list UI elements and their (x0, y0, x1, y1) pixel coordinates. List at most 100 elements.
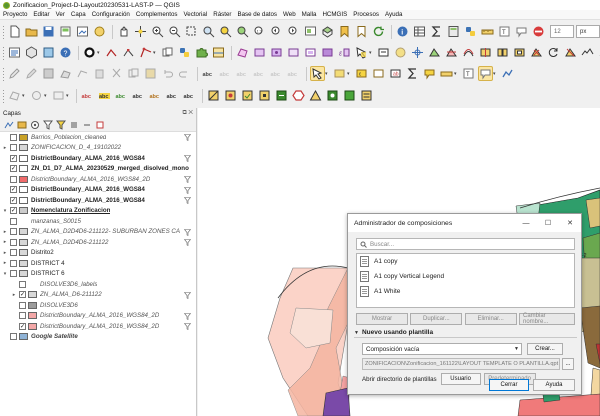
measure-icon[interactable] (480, 24, 495, 39)
filter-icon[interactable] (184, 176, 191, 183)
layer-row[interactable]: Google Satellite (0, 332, 196, 343)
layer-row[interactable]: ✓ DistrictBoundary_ALMA_2016_WGS84_2D (0, 321, 196, 332)
show-button[interactable]: Mostrar (356, 313, 408, 325)
menu-web[interactable]: Web (283, 11, 296, 18)
layer-visibility-checkbox[interactable] (10, 270, 17, 278)
polygon-hatch-icon[interactable] (291, 88, 306, 103)
menu-capa[interactable]: Capa (71, 11, 86, 18)
locate-icon[interactable] (325, 88, 340, 103)
layer-visibility-checkbox[interactable] (10, 175, 17, 183)
filter-expression-icon[interactable] (55, 119, 66, 130)
select-features-icon[interactable] (354, 45, 369, 60)
digitize-line-icon[interactable] (104, 45, 119, 60)
python-console-icon[interactable] (463, 24, 478, 39)
new-3d-map-icon[interactable] (320, 24, 335, 39)
menu-editar[interactable]: Editar (33, 11, 49, 18)
zoom-rubberband-icon[interactable] (184, 24, 199, 39)
layer-visibility-checkbox[interactable] (10, 133, 17, 141)
new-geopackage-icon[interactable] (24, 45, 39, 60)
delete-part-icon[interactable] (563, 45, 578, 60)
layer-visibility-checkbox[interactable]: ✓ (10, 154, 17, 162)
move-label-icon[interactable]: abc (252, 66, 267, 81)
filter-icon[interactable] (184, 186, 191, 194)
paste-features-icon[interactable] (143, 66, 158, 81)
diagram-pin-icon[interactable]: abc (182, 88, 197, 103)
delete-selected-icon[interactable] (92, 66, 107, 81)
reshape-features-icon[interactable] (444, 45, 459, 60)
statistics-icon[interactable] (429, 24, 444, 39)
vertex-tool-icon[interactable] (75, 66, 90, 81)
field-calculator-icon[interactable] (446, 24, 461, 39)
sketch-icon[interactable] (500, 66, 515, 81)
buffer-unit-select[interactable]: px (576, 25, 600, 38)
coordinate-capture-icon[interactable] (410, 45, 425, 60)
layer-visibility-checkbox[interactable] (10, 333, 17, 341)
label-show-hide-icon[interactable]: abc (114, 88, 129, 103)
zoom-to-selection-icon[interactable] (218, 24, 233, 39)
template-type-select[interactable]: Composición vacía ▼ (362, 343, 522, 355)
expand-arrow-icon[interactable]: ▸ (2, 239, 8, 245)
layer-row[interactable]: ✓ DistrictBoundary_ALMA_2016_WGS84 (0, 153, 196, 164)
undo-icon[interactable] (160, 66, 175, 81)
layer-row[interactable]: manzanas_S0015 (0, 216, 196, 227)
zoom-in-icon[interactable] (150, 24, 165, 39)
open-attribute-table-icon[interactable] (412, 24, 427, 39)
expand-arrow-icon[interactable]: ▸ (2, 250, 8, 256)
zoom-native-icon[interactable]: 1:1 (252, 24, 267, 39)
expand-all-icon[interactable] (68, 119, 79, 130)
annotation-icon[interactable] (514, 24, 529, 39)
layer-visibility-checkbox[interactable]: ✓ (10, 186, 17, 194)
layer-visibility-checkbox[interactable] (10, 144, 17, 152)
help-button[interactable]: Ayuda (533, 379, 575, 391)
layer-visibility-checkbox[interactable] (19, 280, 26, 288)
no-entry-icon[interactable] (531, 24, 546, 39)
layer-visibility-checkbox[interactable]: ✓ (19, 322, 26, 330)
label-rotate-icon[interactable]: abc (148, 88, 163, 103)
help-icon[interactable]: ? (58, 45, 73, 60)
filter-icon[interactable] (184, 134, 191, 141)
filter-icon[interactable] (184, 312, 191, 320)
vertex-editor-icon[interactable] (427, 45, 442, 60)
remove-button[interactable]: Eliminar... (464, 313, 517, 325)
layer-row[interactable]: DistrictBoundary_ALMA_2016_WGS84_2D (0, 311, 196, 322)
create-button[interactable]: Crear... (527, 343, 563, 355)
digitize-polygon-icon[interactable] (7, 88, 22, 103)
filter-select-icon[interactable] (376, 45, 391, 60)
deselect-icon[interactable] (286, 45, 301, 60)
pin-label-icon[interactable]: abc (218, 66, 233, 81)
template-path-field[interactable]: ZONIFICACION\Zonificacion_161122\LAYOUT … (362, 358, 560, 370)
zoom-out-icon[interactable] (167, 24, 182, 39)
new-shapefile-icon[interactable] (41, 45, 56, 60)
menu-hcmgis[interactable]: HCMGIS (322, 11, 347, 18)
triangle-icon[interactable] (308, 88, 323, 103)
pan-icon[interactable] (116, 24, 131, 39)
manage-theme-icon[interactable] (29, 119, 40, 130)
data-source-manager-icon[interactable] (7, 45, 22, 60)
plugin-puzzle-icon[interactable] (194, 45, 209, 60)
close-button[interactable]: Cerrar (489, 379, 529, 391)
buffer-size-input[interactable]: 12 (550, 25, 574, 38)
menu-base-de-datos[interactable]: Base de datos (237, 11, 277, 18)
copy-features-icon[interactable] (160, 45, 175, 60)
layer-visibility-checkbox[interactable]: ✓ (19, 291, 26, 299)
layer-visibility-checkbox[interactable]: ✓ (10, 165, 17, 173)
layer-row[interactable]: ▸ ZN_ALMA_D2D4D6-211122- SUBURBAN ZONES C… (0, 227, 196, 238)
measure-line-icon[interactable] (439, 66, 454, 81)
minimize-icon[interactable]: — (515, 214, 537, 232)
node-tool-icon[interactable] (121, 45, 136, 60)
filter-legend-icon[interactable] (42, 119, 53, 130)
layout-item[interactable]: A1 copy (357, 254, 574, 269)
rotate-label-icon[interactable]: abc (269, 66, 284, 81)
layer-visibility-checkbox[interactable]: ✓ (10, 196, 17, 204)
attribute-form-icon[interactable] (359, 88, 374, 103)
gps-icon[interactable] (274, 88, 289, 103)
style-manager-icon[interactable] (92, 24, 107, 39)
label-tool-icon[interactable]: ab (388, 66, 403, 81)
quick-map-services-icon[interactable] (211, 45, 226, 60)
label-move-icon[interactable]: abc (131, 88, 146, 103)
cut-features-icon[interactable] (109, 66, 124, 81)
text-annotation-icon[interactable]: T (497, 24, 512, 39)
expand-arrow-icon[interactable]: ▾ (2, 271, 8, 277)
layer-row[interactable]: ▸ ✓ ZN_ALMA_D6-211122 (0, 290, 196, 301)
layer-row[interactable]: ▸ DISTRICT 4 (0, 258, 196, 269)
